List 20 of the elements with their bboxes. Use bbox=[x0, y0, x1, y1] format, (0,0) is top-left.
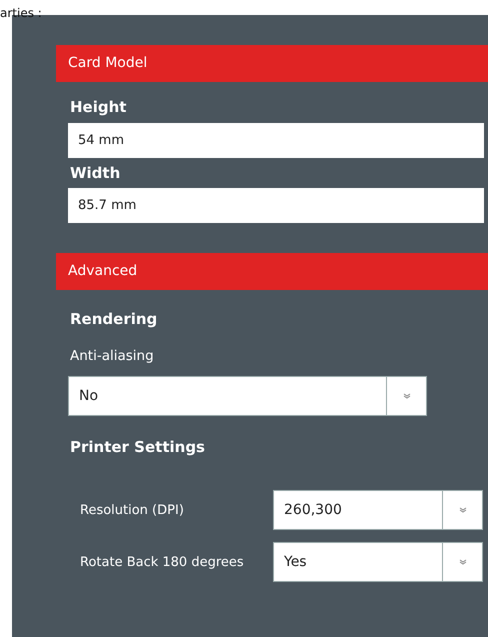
subheading: Printer Settings bbox=[70, 436, 205, 458]
dropdown[interactable]: Yes bbox=[273, 542, 483, 582]
field-label: Resolution (DPI) bbox=[80, 502, 185, 520]
text-field[interactable]: 85.7 mm bbox=[68, 188, 484, 223]
chevron-down-icon bbox=[458, 507, 466, 514]
field-label: Rotate Back 180 degrees bbox=[80, 554, 245, 572]
dropdown-value: 260,300 bbox=[283, 501, 343, 520]
field-label: Anti-aliasing bbox=[70, 346, 154, 366]
field-label: Height bbox=[70, 97, 126, 118]
section-header: Card Model bbox=[56, 45, 488, 82]
chevron-down-icon bbox=[458, 559, 466, 566]
dropdown-value: Yes bbox=[283, 553, 308, 572]
section-header: Advanced bbox=[56, 253, 488, 290]
dropdown-value: No bbox=[78, 386, 100, 406]
field-label: Width bbox=[70, 162, 120, 184]
subheading: Rendering bbox=[70, 309, 158, 330]
dropdown[interactable]: No bbox=[68, 376, 427, 416]
chevron-down-icon bbox=[402, 392, 410, 399]
text-field[interactable]: 54 mm bbox=[68, 122, 484, 158]
dropdown[interactable]: 260,300 bbox=[273, 490, 483, 530]
